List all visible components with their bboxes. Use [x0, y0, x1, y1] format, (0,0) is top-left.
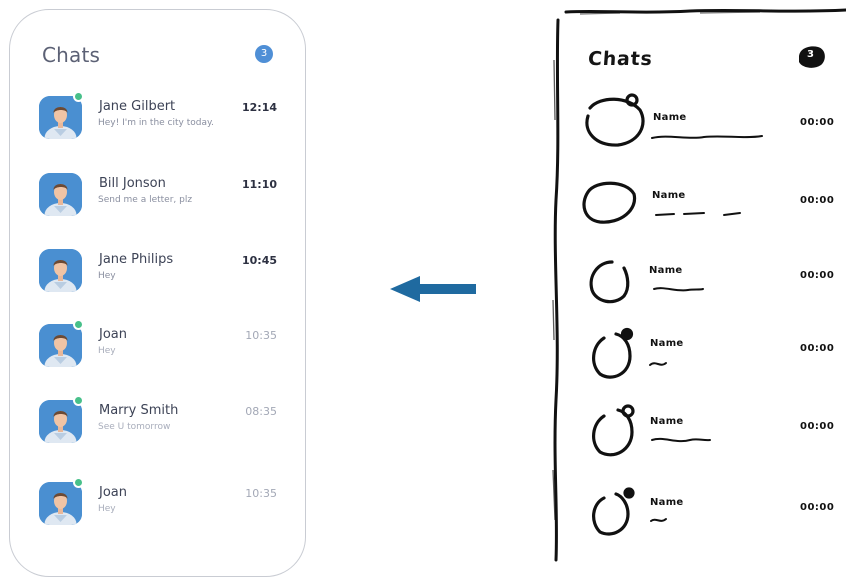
- sketch-title: Chats: [587, 48, 654, 70]
- contact-name: Jane Philips: [99, 252, 174, 267]
- message-preview: Send me a letter, plz: [98, 195, 193, 205]
- sketch-name-label: Name: [650, 338, 684, 349]
- message-preview: See U tomorrow: [98, 422, 171, 432]
- online-status-dot: [73, 395, 84, 406]
- message-time: 10:35: [245, 487, 277, 500]
- avatar: [39, 249, 82, 292]
- chat-list-title: Chats: [42, 43, 101, 67]
- avatar: [39, 400, 82, 443]
- avatar: [39, 96, 82, 139]
- sketch-name-label: Name: [653, 112, 687, 123]
- sketch-name-label: Name: [652, 190, 686, 201]
- online-status-dot: [73, 319, 84, 330]
- message-preview: Hey: [98, 504, 116, 514]
- contact-name: Marry Smith: [99, 403, 179, 418]
- sketch-time-label: 00:00: [800, 195, 835, 206]
- sketch-name-label: Name: [650, 497, 684, 508]
- sketch-time-label: 00:00: [800, 502, 835, 513]
- avatar: [39, 324, 82, 367]
- message-preview: Hey! I'm in the city today.: [98, 118, 214, 128]
- sketch-time-label: 00:00: [800, 421, 835, 432]
- chat-list-item[interactable]: Jane Philips Hey 10:45: [10, 249, 305, 309]
- message-time: 10:35: [245, 329, 277, 342]
- sketch-frame: [552, 8, 846, 562]
- message-preview: Hey: [98, 271, 116, 281]
- chat-list-item[interactable]: Joan Hey 10:35: [10, 477, 305, 542]
- message-time: 08:35: [245, 405, 277, 418]
- sketch-time-label: 00:00: [800, 270, 835, 281]
- sketch-name-label: Name: [649, 265, 683, 276]
- contact-name: Bill Jonson: [99, 176, 166, 191]
- avatar: [39, 482, 82, 525]
- contact-name: Jane Gilbert: [99, 99, 176, 114]
- online-status-dot: [73, 477, 84, 488]
- chat-list-item[interactable]: Joan Hey 10:35: [10, 319, 305, 384]
- chat-list-item[interactable]: Bill Jonson Send me a letter, plz 11:10: [10, 173, 305, 233]
- arrow-left-icon: [390, 276, 476, 302]
- unread-count-badge: 3: [255, 45, 273, 63]
- chat-list-item[interactable]: Marry Smith See U tomorrow 08:35: [10, 395, 305, 460]
- message-time: 10:45: [241, 254, 277, 267]
- sketch-badge-count: 3: [807, 49, 814, 60]
- message-preview: Hey: [98, 346, 116, 356]
- chat-list-item[interactable]: Jane Gilbert Hey! I'm in the city today.…: [10, 91, 305, 156]
- chat-list-panel: Chats 3 Jane Gilbert Hey! I'm in the cit…: [9, 9, 306, 577]
- sketch-time-label: 00:00: [800, 117, 835, 128]
- sketch-time-label: 00:00: [800, 343, 835, 354]
- online-status-dot: [73, 91, 84, 102]
- contact-name: Joan: [99, 485, 127, 500]
- message-time: 11:10: [241, 178, 277, 191]
- avatar: [39, 173, 82, 216]
- message-time: 12:14: [241, 101, 277, 114]
- sketch-name-label: Name: [650, 416, 684, 427]
- contact-name: Joan: [99, 327, 127, 342]
